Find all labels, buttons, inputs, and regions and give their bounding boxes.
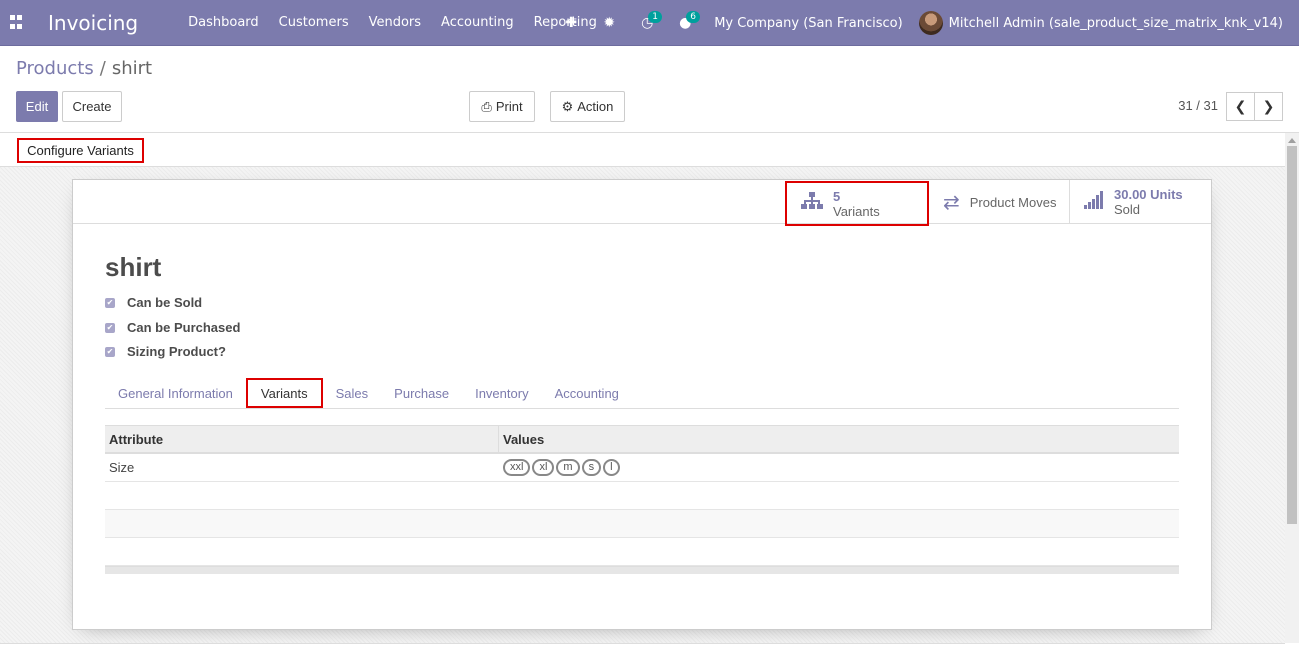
attribute-lines-table: Attribute Values Size xxl xl m s l [105, 425, 1179, 574]
table-header: Attribute Values [105, 425, 1179, 454]
print-label: Print [495, 99, 523, 114]
sizing-product-checkbox[interactable]: ✔ Sizing Product? [105, 344, 226, 359]
product-moves-smart-button[interactable]: ⇄ Product Moves [929, 180, 1069, 224]
table-row-empty [105, 538, 1179, 566]
sitemap-icon [801, 192, 823, 215]
top-navbar: Invoicing Dashboard Customers Vendors Ac… [0, 0, 1299, 46]
chevron-left-icon: ❮ [1234, 98, 1247, 115]
scroll-up-arrow-icon[interactable] [1288, 138, 1296, 143]
menu-dashboard[interactable]: Dashboard [178, 15, 269, 30]
app-brand[interactable]: Invoicing [48, 11, 138, 35]
table-row-empty [105, 510, 1179, 538]
signal-bars-icon [1084, 190, 1104, 214]
printer-icon: ⎙ [481, 98, 492, 114]
form-statusbar [0, 133, 1285, 167]
smart-button-box: 5 Variants ⇄ Product Moves 30.00 Units S… [73, 180, 1211, 226]
company-switcher[interactable]: My Company (San Francisco) [714, 16, 902, 31]
sizing-product-label: Sizing Product? [127, 344, 226, 359]
pager-next-button[interactable]: ❯ [1254, 92, 1283, 121]
value-tag: xxl [503, 459, 531, 476]
attribute-cell: Size [109, 460, 135, 475]
menu-customers[interactable]: Customers [269, 15, 359, 30]
menu-accounting[interactable]: Accounting [431, 15, 524, 30]
column-header-attribute[interactable]: Attribute [105, 426, 499, 452]
variants-label: Variants [833, 203, 880, 219]
action-button[interactable]: ⚙ Action [550, 91, 625, 122]
tab-inventory[interactable]: Inventory [462, 378, 541, 409]
can-be-sold-label: Can be Sold [127, 295, 203, 310]
avatar[interactable] [918, 11, 943, 35]
user-menu[interactable]: Mitchell Admin (sale_product_size_matrix… [949, 16, 1283, 31]
main-menu: Dashboard Customers Vendors Accounting R… [178, 15, 607, 30]
can-be-purchased-checkbox[interactable]: ✔ Can be Purchased [105, 320, 240, 335]
activity-clock-icon[interactable]: ◷ 1 [628, 11, 666, 31]
chat-icon[interactable]: ● 6 [666, 11, 704, 31]
scrollbar-thumb[interactable] [1287, 146, 1297, 524]
value-tag: s [581, 459, 602, 476]
tab-purchase[interactable]: Purchase [381, 378, 462, 409]
sold-label: Sold [1114, 202, 1141, 217]
variants-smart-button[interactable]: 5 Variants [785, 181, 929, 226]
tab-variants[interactable]: Variants [245, 378, 323, 408]
product-name[interactable]: shirt [105, 252, 161, 283]
gear-icon: ⚙ [561, 98, 574, 114]
message-badge: 6 [686, 11, 700, 23]
values-cell: xxl xl m s l [499, 454, 1179, 481]
table-row[interactable]: Size xxl xl m s l [105, 454, 1179, 482]
menu-vendors[interactable]: Vendors [359, 15, 431, 30]
action-label: Action [577, 99, 614, 114]
chevron-right-icon: ❯ [1262, 98, 1275, 115]
exchange-arrows-icon: ⇄ [943, 191, 960, 214]
column-header-values[interactable]: Values [499, 426, 1179, 452]
value-tag: l [603, 459, 620, 476]
configure-variants-button[interactable]: Configure Variants [17, 138, 144, 163]
checkbox-checked-icon[interactable]: ✔ [105, 346, 115, 357]
variants-count: 5 [833, 188, 841, 204]
can-be-purchased-label: Can be Purchased [127, 320, 241, 335]
tab-sales[interactable]: Sales [323, 378, 382, 409]
tab-accounting[interactable]: Accounting [542, 378, 632, 409]
notebook-tabs: General Information Variants Sales Purch… [105, 378, 1179, 409]
activity-badge: 1 [648, 11, 662, 23]
breadcrumb: Products / shirt [16, 58, 152, 79]
pager-previous-button[interactable]: ❮ [1226, 92, 1255, 121]
checkbox-checked-icon[interactable]: ✔ [105, 297, 115, 308]
can-be-sold-checkbox[interactable]: ✔ Can be Sold [105, 295, 202, 310]
create-button[interactable]: Create [62, 91, 122, 122]
form-sheet: 5 Variants ⇄ Product Moves 30.00 Units S… [72, 179, 1212, 630]
chatter-area [0, 643, 1285, 668]
table-row-empty [105, 482, 1179, 510]
bug-icon[interactable]: ✹ [590, 15, 628, 31]
edit-button[interactable]: Edit [16, 91, 58, 122]
breadcrumb-current: shirt [111, 58, 153, 79]
apps-menu-icon[interactable] [10, 14, 26, 31]
pager-value[interactable]: 31 / 31 [1178, 98, 1218, 113]
value-tag: m [556, 459, 580, 476]
table-footer [105, 566, 1179, 574]
sold-smart-button[interactable]: 30.00 Units Sold [1069, 180, 1211, 224]
breadcrumb-products[interactable]: Products [16, 58, 94, 79]
sold-value: 30.00 Units [1114, 187, 1183, 202]
print-button[interactable]: ⎙ Print [469, 91, 535, 122]
value-tag: xl [532, 459, 555, 476]
checkbox-checked-icon[interactable]: ✔ [105, 322, 115, 333]
tab-general-information[interactable]: General Information [105, 378, 246, 409]
breadcrumb-separator: / [99, 58, 106, 79]
product-moves-label: Product Moves [969, 194, 1057, 210]
plus-icon[interactable]: ✚ [552, 15, 590, 31]
